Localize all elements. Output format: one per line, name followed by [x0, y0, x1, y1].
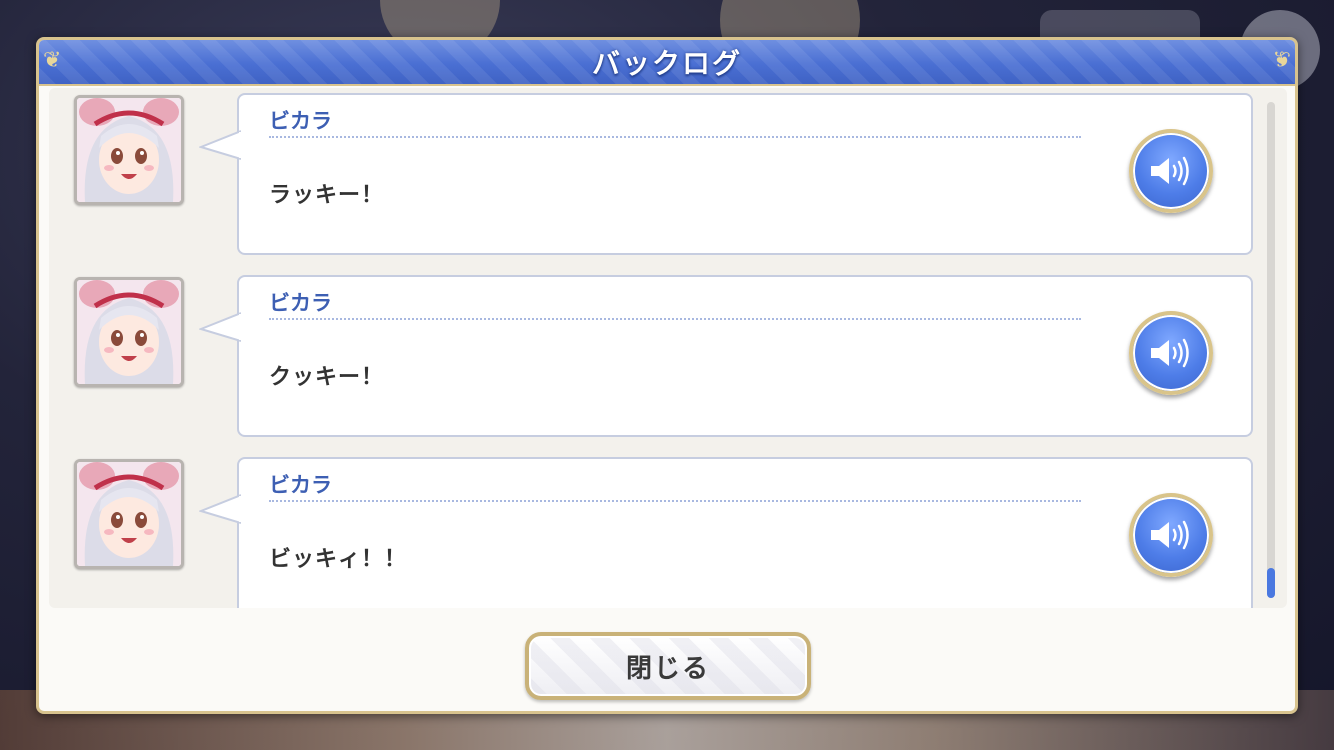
dialogue-text: クッキー！ [269, 365, 385, 390]
dialogue-bubble: ビカラ ビッキィ！！ [199, 457, 1253, 608]
scrollbar[interactable] [1267, 102, 1275, 598]
dialogue-bubble: ビカラ ラッキー！ [199, 93, 1253, 255]
scrollbar-thumb[interactable] [1267, 568, 1275, 598]
divider [269, 136, 1081, 138]
backlog-entry: ビカラ ビッキィ！！ [49, 452, 1259, 608]
bubble-tail [199, 494, 241, 524]
backlog-entry: ビカラ ラッキー！ [49, 88, 1259, 255]
speaker-volume-icon [1151, 156, 1189, 186]
speaker-name: ビカラ [269, 109, 332, 133]
dialogue-text: ラッキー！ [269, 183, 385, 208]
dialog-title-bar: ❦ バックログ ❦ [39, 40, 1295, 86]
close-button-label: 閉じる [625, 653, 710, 684]
voice-replay-button[interactable] [1129, 493, 1213, 577]
divider [269, 500, 1081, 502]
dialog-title: バックログ [591, 47, 742, 80]
bubble-tail [199, 130, 241, 160]
ornament-icon: ❦ [1272, 48, 1291, 73]
character-portrait [74, 95, 184, 205]
character-portrait [74, 459, 184, 569]
bubble-tail [199, 312, 241, 342]
dialogue-bubble: ビカラ クッキー！ [199, 275, 1253, 437]
speaker-name: ビカラ [269, 473, 332, 497]
speaker-volume-icon [1151, 520, 1189, 550]
dialogue-text: ビッキィ！！ [269, 547, 408, 572]
backlog-dialog: ❦ バックログ ❦ ビカラ ラッキー！ ビカラ クッキー！ ビカラ ビッキィ！！… [36, 37, 1298, 714]
close-button[interactable]: 閉じる [525, 632, 811, 700]
backlog-entry: ビカラ クッキー！ [49, 270, 1259, 437]
speaker-name: ビカラ [269, 291, 332, 315]
backlog-list[interactable]: ビカラ ラッキー！ ビカラ クッキー！ ビカラ ビッキィ！！ [49, 88, 1287, 608]
divider [269, 318, 1081, 320]
game-screen: ❦ バックログ ❦ ビカラ ラッキー！ ビカラ クッキー！ ビカラ ビッキィ！！… [0, 0, 1334, 750]
speaker-volume-icon [1151, 338, 1189, 368]
ornament-icon: ❦ [43, 48, 62, 73]
character-portrait [74, 277, 184, 387]
voice-replay-button[interactable] [1129, 311, 1213, 395]
voice-replay-button[interactable] [1129, 129, 1213, 213]
